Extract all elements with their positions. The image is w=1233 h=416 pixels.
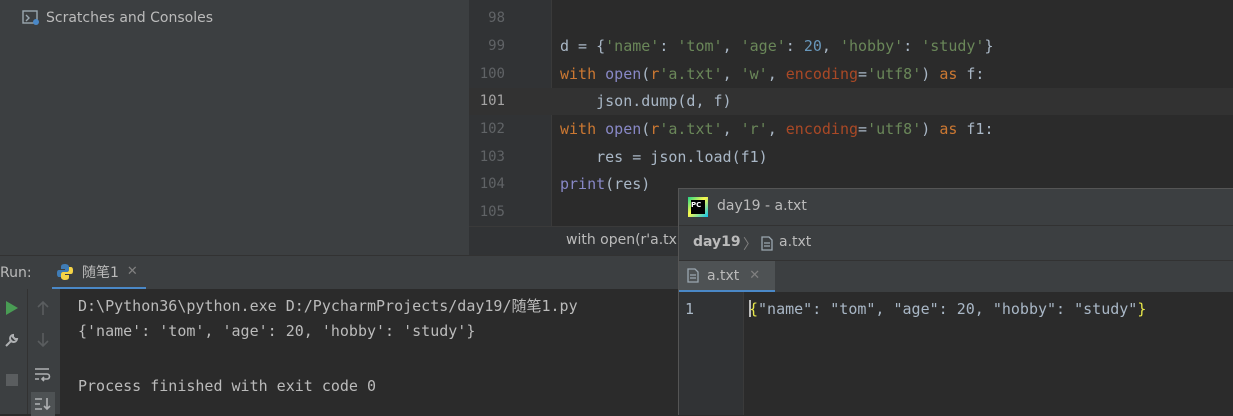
- run-tab[interactable]: 随笔1 ✕: [52, 256, 146, 290]
- close-tab-icon[interactable]: ✕: [749, 268, 760, 283]
- arrow-up-icon: [37, 300, 49, 315]
- run-toolbar: [0, 289, 60, 416]
- line-number: 100: [479, 66, 505, 82]
- stop-icon: [6, 374, 18, 386]
- rerun-button[interactable]: [0, 296, 24, 320]
- navigation-bar: day19 〉 a.txt: [679, 225, 1233, 260]
- breadcrumb-project[interactable]: day19: [693, 234, 741, 250]
- file-editor[interactable]: 1 {"name": "tom", "age": 20, "hobby": "s…: [679, 292, 1233, 415]
- stop-button[interactable]: [0, 368, 24, 392]
- code-text: d = {'name': 'tom', 'age': 20, 'hobby': …: [560, 37, 994, 55]
- settings-button[interactable]: [0, 328, 24, 352]
- run-header: Run: 随笔1 ✕: [0, 255, 700, 290]
- line-number: 101: [479, 93, 505, 109]
- line-number: 99: [488, 38, 505, 54]
- editor-tabs: a.txt ✕: [679, 260, 1233, 293]
- line-number: 102: [479, 121, 505, 137]
- code-line[interactable]: 99 d = {'name': 'tom', 'age': 20, 'hobby…: [469, 33, 1233, 60]
- soft-wrap-icon: [35, 368, 51, 382]
- scroll-to-end-icon: [35, 398, 51, 411]
- console-line: Process finished with exit code 0: [78, 377, 377, 395]
- code-text: res = json.load(f1): [560, 148, 768, 166]
- code-text: with open(r'a.txt', 'w', encoding='utf8'…: [560, 65, 985, 83]
- play-icon: [6, 301, 18, 315]
- line-number: 103: [479, 149, 505, 165]
- chevron-right-icon: 〉: [743, 237, 757, 253]
- text-file-icon: [761, 236, 773, 251]
- project-tree-panel: Scratches and Consoles: [0, 0, 469, 255]
- console-line: D:\Python36\python.exe D:/PycharmProject…: [78, 297, 578, 315]
- scroll-down-button[interactable]: [31, 328, 55, 352]
- line-gutter: 1: [679, 292, 744, 415]
- python-icon: [57, 263, 73, 280]
- scroll-up-button[interactable]: [31, 296, 55, 320]
- breadcrumb-file[interactable]: a.txt: [779, 234, 811, 250]
- code-text: json.dump(d, f): [560, 92, 732, 110]
- window-title-bar[interactable]: PC day19 - a.txt: [679, 189, 1233, 225]
- run-label: Run:: [0, 265, 32, 281]
- pycharm-logo-icon: PC: [688, 197, 708, 217]
- line-number: 104: [479, 176, 505, 192]
- close-tab-icon[interactable]: ✕: [127, 264, 138, 279]
- run-tab-label: 随笔1: [82, 264, 119, 281]
- code-text: print(res): [560, 175, 651, 193]
- tab-label: a.txt: [707, 267, 740, 284]
- window-title: day19 - a.txt: [717, 198, 807, 214]
- tree-item-scratches[interactable]: Scratches and Consoles: [22, 8, 213, 28]
- console-output[interactable]: D:\Python36\python.exe D:/PycharmProject…: [60, 289, 680, 414]
- code-line[interactable]: 102 with open(r'a.txt', 'r', encoding='u…: [469, 116, 1233, 143]
- console-line: {'name': 'tom', 'age': 20, 'hobby': 'stu…: [78, 322, 476, 340]
- code-line[interactable]: 100 with open(r'a.txt', 'w', encoding='u…: [469, 61, 1233, 88]
- soft-wrap-button[interactable]: [31, 362, 55, 386]
- scroll-to-end-button[interactable]: [31, 392, 55, 416]
- arrow-down-icon: [37, 333, 49, 348]
- file-content: {"name": "tom", "age": 20, "hobby": "stu…: [749, 300, 1147, 318]
- code-line[interactable]: 98: [469, 5, 1233, 32]
- tree-item-label: Scratches and Consoles: [46, 10, 213, 26]
- code-line-current[interactable]: 101 json.dump(d, f): [469, 88, 1233, 115]
- wrench-icon: [5, 333, 19, 347]
- text-file-icon: [687, 268, 699, 283]
- file-preview-window: PC day19 - a.txt day19 〉 a.txt a.txt ✕ 1…: [678, 188, 1233, 415]
- editor-breadcrumb[interactable]: with open(r'a.tx: [566, 232, 677, 248]
- line-number: 105: [479, 204, 505, 220]
- line-number: 98: [488, 10, 505, 26]
- code-text: with open(r'a.txt', 'r', encoding='utf8'…: [560, 120, 994, 138]
- scratches-icon: [22, 10, 39, 25]
- code-line[interactable]: 103 res = json.load(f1): [469, 144, 1233, 171]
- line-number: 1: [685, 300, 695, 318]
- tab-a-txt[interactable]: a.txt ✕: [679, 261, 775, 293]
